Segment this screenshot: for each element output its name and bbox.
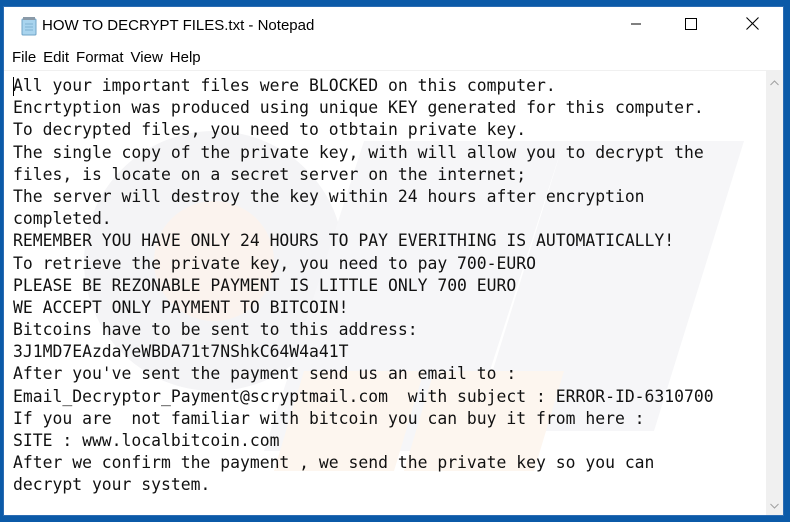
site-line: SITE : www.localbitcoin.com	[13, 431, 280, 450]
scroll-down-button[interactable]	[766, 496, 783, 513]
scroll-up-button[interactable]	[766, 73, 783, 90]
text-line: completed.	[13, 209, 112, 229]
text-line: After we confirm the payment , we send t…	[13, 453, 655, 473]
text-line: files, is locate on a secret server on t…	[13, 164, 527, 184]
minimize-icon	[630, 17, 642, 35]
text-line: The server will destroy the key within 2…	[13, 186, 645, 206]
bitcoin-address-line: 3J1MD7EAzdaYeWBDA71t7NShkC64W4a41T	[13, 342, 349, 362]
text-line: To retrieve the private key, you need to…	[13, 253, 537, 273]
chevron-down-icon	[770, 496, 779, 514]
menu-view[interactable]: View	[131, 49, 168, 66]
menu-file[interactable]: File	[12, 49, 41, 66]
text-line: The single copy of the private key, with…	[13, 142, 704, 162]
chevron-up-icon	[770, 73, 779, 91]
menu-edit[interactable]: Edit	[43, 49, 74, 66]
document-text[interactable]: All your important files were BLOCKED on…	[13, 75, 753, 497]
text-line: PLEASE BE REZONABLE PAYMENT IS LITTLE ON…	[13, 275, 517, 295]
close-button[interactable]	[729, 7, 775, 45]
maximize-button[interactable]	[668, 7, 714, 45]
text-line: All your important files were BLOCKED on…	[13, 76, 556, 95]
menu-help[interactable]: Help	[170, 49, 206, 66]
close-icon	[745, 17, 759, 35]
minimize-button[interactable]	[613, 7, 659, 45]
title-bar[interactable]: HOW TO DECRYPT FILES.txt - Notepad	[4, 7, 783, 45]
window-title: HOW TO DECRYPT FILES.txt - Notepad	[42, 17, 315, 34]
text-line: Encrtyption was produced using unique KE…	[13, 98, 704, 118]
text-line: If you are not familiar with bitcoin you…	[13, 408, 645, 428]
email-line: Email_Decryptor_Payment@scryptmail.com w…	[13, 386, 714, 406]
text-line: WE ACCEPT ONLY PAYMENT TO BITCOIN!	[13, 297, 349, 317]
maximize-icon	[685, 17, 697, 35]
text-line: REMEMBER YOU HAVE ONLY 24 HOURS TO PAY E…	[13, 231, 675, 251]
notepad-icon	[20, 16, 38, 36]
text-editor[interactable]: All your important files were BLOCKED on…	[4, 70, 783, 515]
text-line: decrypt your system.	[13, 475, 211, 495]
text-line: Bitcoins have to be sent to this address…	[13, 320, 418, 340]
vertical-scrollbar[interactable]	[766, 71, 783, 515]
notepad-window: HOW TO DECRYPT FILES.txt - Notepad File …	[3, 6, 784, 516]
menu-format[interactable]: Format	[76, 49, 129, 66]
text-line: After you've sent the payment send us an…	[13, 364, 517, 384]
menu-bar: File Edit Format View Help	[4, 45, 783, 70]
text-line: To decrypted files, you need to otbtain …	[13, 120, 527, 140]
